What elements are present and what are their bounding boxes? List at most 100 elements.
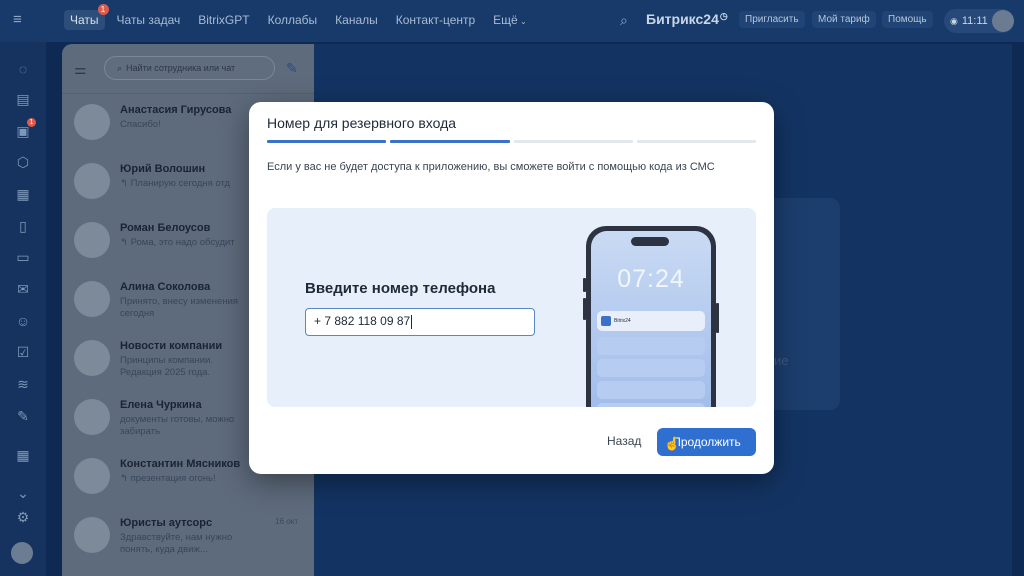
rail-funnel-icon[interactable]: ≋ [14,375,32,393]
step-4 [636,140,756,143]
background-text: ие [774,353,789,368]
chevron-down-icon: ⌄ [517,17,527,26]
rail-bot-icon[interactable]: ⬡ [14,153,32,171]
filter-icon[interactable]: ⚌ [74,61,87,78]
rail-feed-icon[interactable]: ▤ [14,90,32,108]
chat-search-placeholder: Найти сотрудника или чат [126,63,236,73]
text-caret [411,314,413,329]
avatar[interactable] [992,10,1014,32]
rail-tasks-icon[interactable]: ☑ [14,343,32,361]
nav-more-label: Ещё [493,13,518,27]
brand-clock-icon: ◷ [719,11,728,21]
phone-number-value: + 7 882 118 09 87 [314,314,411,328]
rail-chat-badge: 1 [27,118,36,127]
chat-name: Анастасия Гирусова [120,104,232,116]
chat-preview: Принципы компании. Редакция 2025 года. [120,355,214,378]
phone-placeholder-row [597,381,705,399]
nav-bitrixgpt[interactable]: BitrixGPT [192,10,255,30]
rail-mail-icon[interactable]: ✉ [14,280,32,298]
chat-name: Роман Белоусов [120,222,211,234]
phone-clock: 07:24 [617,265,685,293]
nav-task-chats[interactable]: Чаты задач [111,10,187,30]
nav-contact-center[interactable]: Контакт-центр [390,10,481,30]
bitrix-app-icon [601,316,611,326]
rail-calendar-icon[interactable]: ▦ [14,185,32,203]
rail-settings-icon[interactable]: ⚙ [14,508,32,526]
backup-phone-dialog: Номер для резервного входа Если у вас не… [249,102,774,474]
avatar [74,517,110,553]
rail-activity-icon[interactable]: ◌ [14,60,32,78]
avatar [74,104,110,140]
avatar [74,458,110,494]
nav-chats[interactable]: Чаты 1 [64,4,109,30]
chat-name: Алина Соколова [120,281,211,293]
brand-logo: Битрикс24◷ [646,11,728,27]
user-time-widget[interactable]: ◉ 11:11 [944,9,1014,33]
menu-icon[interactable]: ≡ [13,12,33,28]
phone-number-field: + 7 882 118 09 87 [305,308,535,336]
chat-preview: Принято, внесу изменения сегодня [120,296,239,319]
search-icon: ⌕ [117,62,123,73]
step-1 [267,140,387,143]
nav-channels[interactable]: Каналы [329,10,384,30]
phone-notification: Bitrix24 [597,311,705,331]
invite-button[interactable]: Пригласить [739,11,805,28]
nav-collabs[interactable]: Коллабы [262,10,324,30]
rail-group-icon[interactable]: ☺ [14,312,32,330]
tariff-button[interactable]: Мой тариф [812,11,876,28]
rail-planner-icon[interactable]: ▦ [14,446,32,464]
step-3 [513,140,633,143]
step-progress [267,140,756,143]
phone-placeholder-row [597,359,705,377]
chat-preview: Здравствуйте, нам нужно понять, куда дви… [120,532,233,555]
rail-user-avatar[interactable] [11,542,33,564]
dialog-description: Если у вас не будет доступа к приложению… [267,161,715,173]
phone-screen: 07:24 Bitrix24 [591,231,711,407]
phone-placeholder-row [597,403,705,407]
chat-search-input[interactable]: ⌕ Найти сотрудника или чат [104,56,275,80]
chat-name: Юрий Волошин [120,163,206,175]
rail-sign-icon[interactable]: ✎ [14,407,32,425]
rail-drive-icon[interactable]: ▭ [14,248,32,266]
chat-preview: ↰ презентация огонь! [120,473,216,484]
avatar [74,399,110,435]
avatar [74,163,110,199]
chat-list-header: ⚌ ⌕ Найти сотрудника или чат ✎ [62,44,314,94]
nav-chats-label: Чаты [70,13,99,27]
chat-name: Елена Чуркина [120,399,202,411]
clock-time: 11:11 [961,15,988,27]
chat-name: Юристы аутсорс [120,517,213,529]
dialog-title: Номер для резервного входа [267,115,457,131]
phone-placeholder-row [597,337,705,355]
step-2 [390,140,510,143]
rail-document-icon[interactable]: ▯ [14,217,32,235]
chat-preview: ↰ Планирую сегодня отд [120,178,231,189]
nav-chats-badge: 1 [97,4,109,15]
chat-preview: ↰ Рома, это надо обсудит [120,237,235,248]
help-button[interactable]: Помощь [882,11,933,28]
rail-expand-icon[interactable]: ⌄ [14,484,32,502]
brand-name: Битрикс24 [646,11,719,27]
nav-more[interactable]: Ещё ⌄ [487,10,533,30]
notification-app-name: Bitrix24 [614,318,631,324]
search-icon[interactable]: ⌕ [620,12,628,29]
phone-mockup: 07:24 Bitrix24 [586,226,716,407]
avatar [74,281,110,317]
phone-notch [631,237,669,246]
clock-icon: ◉ [950,15,958,26]
avatar [74,222,110,258]
illustration-heading: Введите номер телефона [305,280,496,297]
back-button[interactable]: Назад [599,428,649,454]
phone-button [716,303,719,333]
chat-preview: документы готовы, можно забирать [120,414,235,437]
chat-name: Константин Мясников [120,458,241,470]
chat-name: Новости компании [120,340,223,352]
chat-preview: Спасибо! [120,119,161,130]
phone-illustration: Введите номер телефона + 7 882 118 09 87… [267,208,756,407]
avatar [74,340,110,376]
top-nav: Чаты 1 Чаты задач BitrixGPT Коллабы Кана… [64,4,533,30]
list-item[interactable]: Юристы аутсорс 16 окт Здравствуйте, нам ну… [62,507,314,566]
compose-icon[interactable]: ✎ [286,60,298,77]
chat-date: 16 окт [275,517,298,526]
hand-cursor-icon: ☝ [664,436,681,451]
